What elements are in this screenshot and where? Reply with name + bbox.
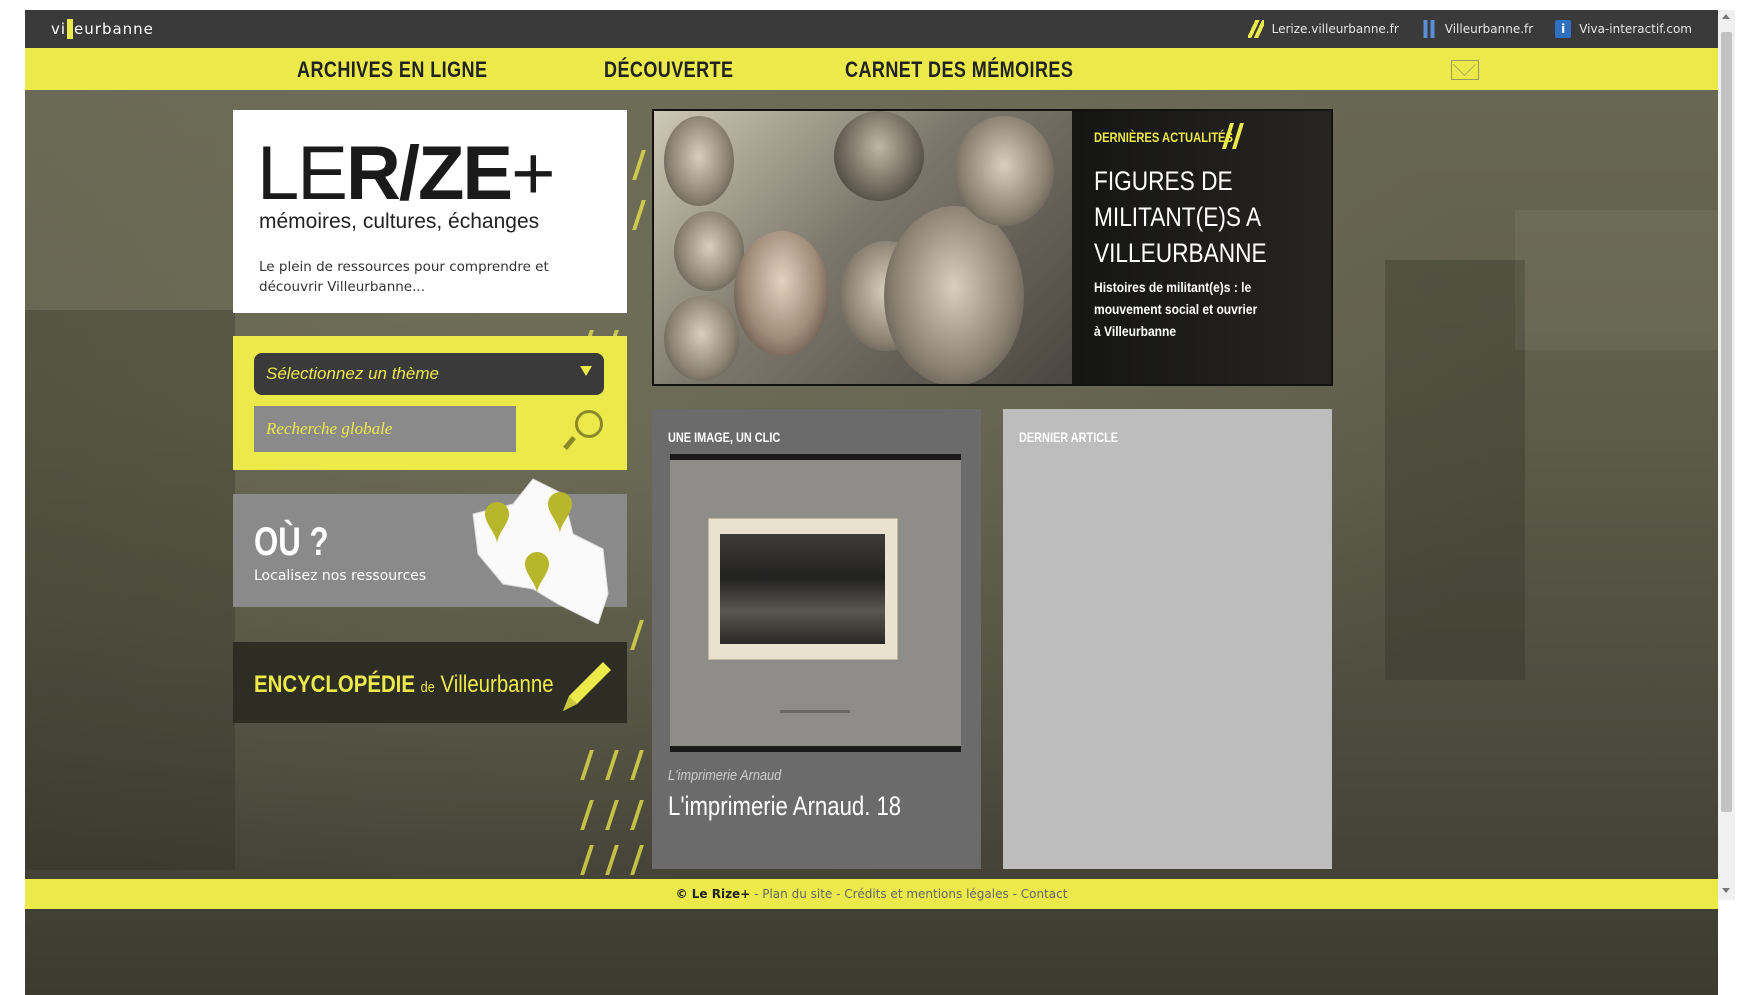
search-icon-handle	[563, 436, 576, 450]
nav-archives-en-ligne[interactable]: ARCHIVES EN LIGNE	[297, 57, 487, 83]
footer-separator: -	[754, 887, 763, 901]
search-icon	[575, 410, 603, 438]
browser-viewport: vi eurbanne Lerize.villeurbanne.fr Villeu…	[25, 10, 1718, 995]
viva-icon: i	[1555, 20, 1572, 38]
map-pins-icon	[472, 478, 609, 624]
photo-inscription	[780, 710, 850, 713]
brand-description: Le plein de ressources pour comprendre e…	[259, 259, 549, 295]
stripe-decoration	[605, 750, 619, 780]
page: vi eurbanne Lerize.villeurbanne.fr Villeu…	[0, 0, 1741, 995]
portrait-photo	[834, 111, 924, 201]
scroll-up-icon[interactable]	[1722, 14, 1730, 19]
portrait-photo	[884, 206, 1024, 384]
lerize-link-label: Lerize.villeurbanne.fr	[1271, 22, 1399, 36]
theme-select-value: Sélectionnez un thème	[266, 364, 439, 383]
portrait-photo	[734, 231, 829, 356]
image-card-heading: UNE IMAGE, UN CLIC	[668, 429, 781, 445]
portrait-photo	[664, 296, 739, 381]
stripe-decoration	[632, 200, 646, 230]
stripe-decoration	[630, 750, 644, 780]
global-search-input[interactable]	[254, 406, 516, 452]
footer-separator: -	[1012, 887, 1021, 901]
article-card-heading: DERNIER ARTICLE	[1019, 429, 1119, 445]
hero-description: Histoires de militant(e)s : le mouvement…	[1094, 279, 1258, 339]
brand-tagline: mémoires, cultures, échanges	[259, 210, 540, 233]
hero-text-panel: DERNIÈRES ACTUALITÉS FIGURES DE MILITANT…	[1072, 111, 1331, 384]
footer-link-plan[interactable]: Plan du site	[762, 887, 832, 901]
image-card-title[interactable]: L'imprimerie Arnaud. 18	[668, 791, 901, 822]
brand-card[interactable]: LER/ZE+ mémoires, cultures, échanges Le …	[233, 110, 627, 313]
logo-le: LE	[257, 131, 348, 216]
photo-mount	[670, 460, 961, 746]
vertical-scrollbar[interactable]	[1718, 10, 1735, 900]
image-of-the-day-card[interactable]: UNE IMAGE, UN CLIC L'imprimerie Arnaud L…	[652, 409, 981, 869]
villeurbanne-link-label: Villeurbanne.fr	[1444, 22, 1534, 36]
hero-title: FIGURES DE MILITANT(E)S A VILLEURBANNE	[1094, 166, 1267, 268]
stripe-decoration	[632, 150, 646, 180]
stripe-decoration	[605, 800, 619, 830]
encyclopedie-card[interactable]: ENCYCLOPÉDIE de Villeurbanne	[233, 642, 627, 723]
stripe-decoration	[605, 845, 619, 875]
partner-links: Lerize.villeurbanne.fr Villeurbanne.fr i…	[1247, 20, 1692, 38]
bg-building-right	[1385, 260, 1525, 680]
hero-news-banner[interactable]: DERNIÈRES ACTUALITÉS FIGURES DE MILITANT…	[652, 109, 1333, 386]
slash-icon	[1247, 20, 1264, 38]
chevron-down-icon	[580, 366, 592, 376]
le-rize-logo: LER/ZE+	[257, 136, 556, 212]
hero-photo-collage	[654, 111, 1072, 384]
encyclopedie-place: Villeurbanne	[440, 671, 554, 698]
stripe-decoration	[580, 800, 594, 830]
ou-title: OÙ ?	[254, 520, 329, 564]
footer-link-credits[interactable]: Crédits et mentions légales	[844, 887, 1008, 901]
slash-icon	[1222, 123, 1244, 149]
bg-building-left	[25, 310, 235, 870]
ou-locator-card[interactable]: OÙ ? Localisez nos ressources	[233, 478, 627, 624]
search-panel: Sélectionnez un thème	[233, 336, 627, 470]
viva-link[interactable]: i Viva-interactif.com	[1555, 20, 1692, 38]
image-card-caption: L'imprimerie Arnaud	[668, 767, 782, 784]
lerize-link[interactable]: Lerize.villeurbanne.fr	[1247, 20, 1399, 38]
villeurbanne-icon	[1420, 20, 1437, 38]
logo-plus: +	[511, 131, 555, 216]
main-nav: ARCHIVES EN LIGNE DÉCOUVERTE CARNET DES …	[25, 48, 1718, 90]
villeurbanne-logo[interactable]: vi eurbanne	[51, 19, 154, 39]
stripe-decoration	[630, 845, 644, 875]
stripe-decoration	[630, 800, 644, 830]
logo-rize: R/ZE	[345, 131, 513, 216]
nav-carnet-des-memoires[interactable]: CARNET DES MÉMOIRES	[845, 57, 1073, 83]
envelope-icon[interactable]	[1451, 60, 1479, 80]
stripe-decoration	[630, 620, 644, 650]
encyclopedie-de: de	[420, 679, 435, 696]
viva-link-label: Viva-interactif.com	[1579, 22, 1692, 36]
ou-subtitle: Localisez nos ressources	[254, 568, 427, 584]
portrait-photo	[674, 211, 744, 291]
hero-kicker: DERNIÈRES ACTUALITÉS	[1094, 129, 1233, 145]
encyclopedie-label: ENCYCLOPÉDIE de Villeurbanne	[254, 671, 554, 699]
nav-decouverte[interactable]: DÉCOUVERTE	[604, 57, 733, 83]
featured-photo[interactable]	[670, 454, 961, 752]
bg-roof	[1515, 210, 1718, 350]
footer: © Le Rize+ - Plan du site - Crédits et m…	[25, 879, 1718, 909]
footer-link-contact[interactable]: Contact	[1021, 887, 1068, 901]
encyclopedie-word: ENCYCLOPÉDIE	[254, 671, 415, 698]
latest-article-card[interactable]: DERNIER ARTICLE	[1003, 409, 1332, 869]
top-bar: vi eurbanne Lerize.villeurbanne.fr Villeu…	[25, 10, 1718, 48]
stripe-decoration	[580, 750, 594, 780]
portrait-photo	[954, 116, 1054, 226]
photo-print	[720, 534, 885, 644]
stripe-decoration	[580, 845, 594, 875]
portrait-photo	[664, 116, 734, 206]
theme-select[interactable]: Sélectionnez un thème	[254, 353, 604, 395]
footer-copyright: © Le Rize+	[675, 887, 751, 901]
villeurbanne-link[interactable]: Villeurbanne.fr	[1420, 20, 1534, 38]
pen-icon	[563, 662, 611, 711]
scroll-thumb[interactable]	[1721, 32, 1732, 812]
scroll-down-icon[interactable]	[1722, 888, 1730, 893]
search-button[interactable]	[563, 406, 609, 452]
